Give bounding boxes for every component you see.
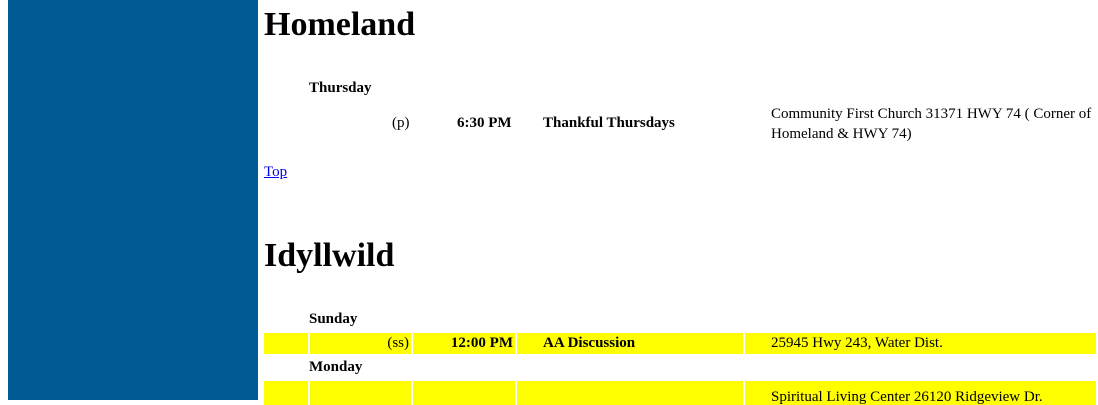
left-sidebar <box>8 0 258 400</box>
row-cell: (ss) <box>310 333 411 354</box>
row-cell: 12:00 PM <box>413 333 515 354</box>
row-cell <box>264 333 308 354</box>
meeting-type: (p) <box>392 115 410 131</box>
section-title-idyllwild: Idyllwild <box>264 237 395 274</box>
row-cell: AA Discussion <box>517 333 743 354</box>
section-title-homeland: Homeland <box>264 6 416 43</box>
meeting-name: AA Discussion <box>543 335 636 351</box>
row-cell <box>413 381 515 405</box>
meeting-location: Community First Church 31371 HWY 74 ( Co… <box>771 106 1092 142</box>
row-cell <box>310 381 411 405</box>
row-cell: 25945 Hwy 243, Water Dist. <box>745 333 1096 354</box>
meeting-name: Thankful Thursdays <box>543 115 675 131</box>
row-cell: Spiritual Living Center 26120 Ridgeview … <box>745 381 1096 405</box>
meeting-location: Spiritual Living Center 26120 Ridgeview … <box>771 389 1043 405</box>
day-heading-sunday: Sunday <box>309 311 358 327</box>
top-link[interactable]: Top <box>264 164 287 181</box>
meeting-time: 6:30 PM <box>457 115 512 131</box>
day-heading-thursday: Thursday <box>309 80 372 96</box>
meeting-time: 12:00 PM <box>450 335 513 351</box>
row-cell <box>264 381 308 405</box>
day-heading-monday: Monday <box>309 359 363 375</box>
meeting-type: (ss) <box>387 335 409 351</box>
meeting-location: 25945 Hwy 243, Water Dist. <box>771 335 943 351</box>
row-cell <box>517 381 743 405</box>
